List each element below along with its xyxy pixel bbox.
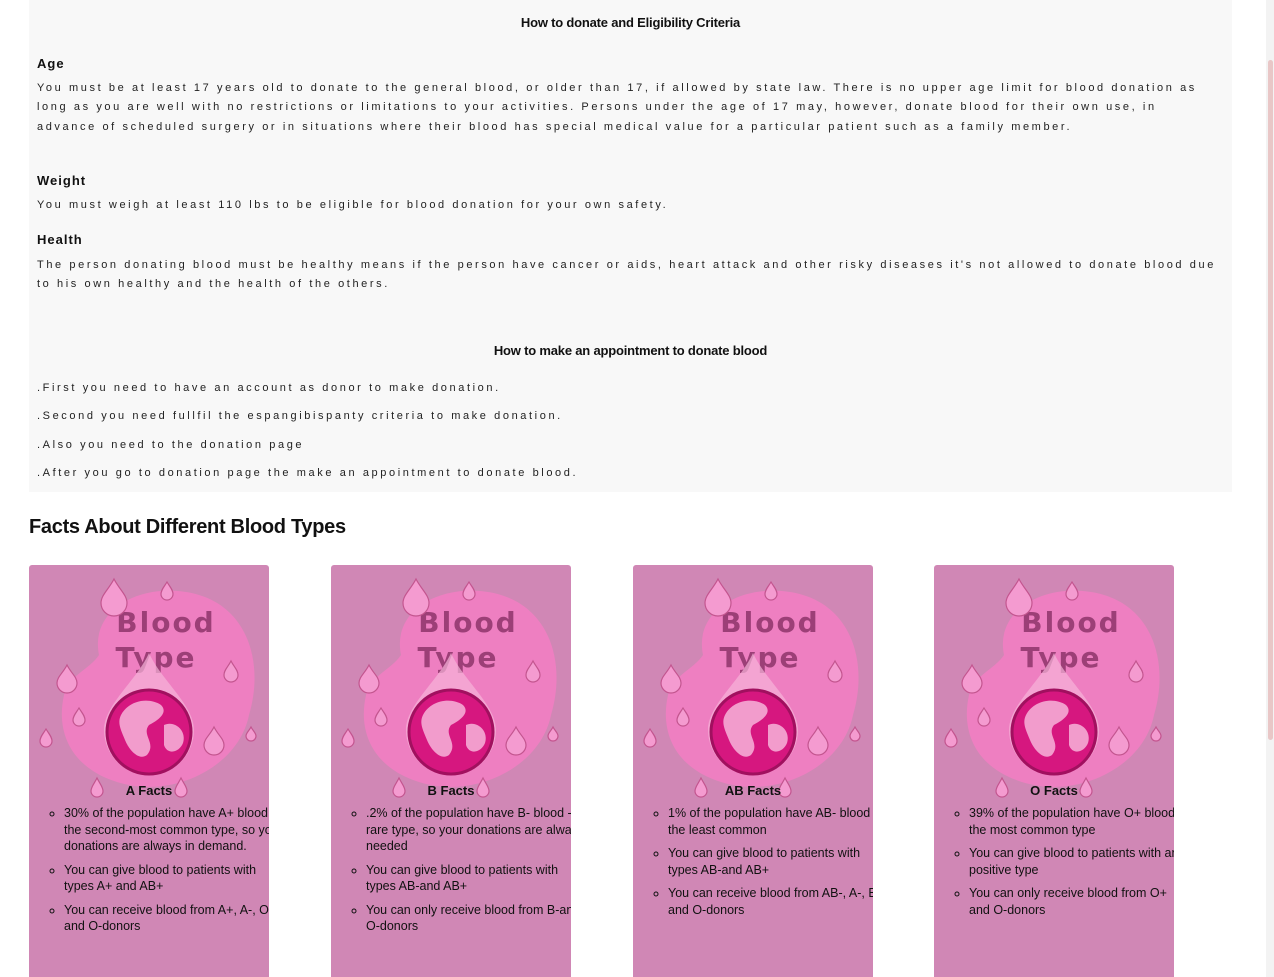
- list-item: You can receive blood from AB-, A-, B-an…: [668, 885, 873, 918]
- weight-text: You must weigh at least 110 lbs to be el…: [37, 199, 669, 211]
- list-item: You can give blood to patients with type…: [64, 862, 269, 895]
- card-title: O Facts: [1030, 783, 1078, 798]
- appointment-step: .Second you need fullfil the espangibisp…: [37, 410, 563, 422]
- card-title: B Facts: [427, 783, 475, 798]
- age-text: You must be at least 17 years old to don…: [37, 82, 1197, 133]
- list-item: 1% of the population have AB- blood -the…: [668, 805, 873, 838]
- list-item: You can receive blood from A+, A-, O+ an…: [64, 902, 269, 935]
- facts-list: .2% of the population have B- blood -a r…: [331, 805, 571, 942]
- appointment-step: .After you go to donation page the make …: [37, 467, 579, 479]
- list-item: 39% of the population have O+ blood -the…: [969, 805, 1174, 838]
- list-item: You can give blood to patients with type…: [668, 845, 873, 878]
- eligibility-panel: How to donate and Eligibility Criteria A…: [29, 0, 1232, 492]
- blood-image-text: Blood: [720, 606, 819, 639]
- blood-type-card-o: Blood Type O Facts 39% of the popul: [934, 565, 1174, 977]
- health-heading: Health: [37, 232, 83, 247]
- card-title: AB Facts: [724, 783, 782, 798]
- blood-type-card-a: Blood Type A Facts 30% of the popul: [29, 565, 269, 977]
- list-item: You can give blood to patients with any …: [969, 845, 1174, 878]
- weight-heading: Weight: [37, 173, 87, 188]
- health-text: The person donating blood must be health…: [37, 259, 1216, 291]
- list-item: 30% of the population have A+ blood the …: [64, 805, 269, 855]
- appointment-step: .Also you need to the donation page: [37, 439, 305, 451]
- page: How to donate and Eligibility Criteria A…: [0, 0, 1274, 977]
- facts-list: 1% of the population have AB- blood -the…: [633, 805, 873, 925]
- list-item: You can only receive blood from O+ and O…: [969, 885, 1174, 918]
- card-title: A Facts: [125, 783, 173, 798]
- age-heading: Age: [37, 56, 65, 71]
- blood-image-text: Blood: [418, 606, 517, 639]
- blood-type-illustration: Blood Type: [944, 577, 1162, 798]
- list-item: .2% of the population have B- blood -a r…: [366, 805, 571, 855]
- facts-list: 39% of the population have O+ blood -the…: [934, 805, 1174, 925]
- appointment-step: .First you need to have an account as do…: [37, 382, 501, 394]
- blood-type-illustration: Blood Type: [643, 577, 861, 798]
- blood-type-card-ab: Blood Type AB Facts 1% of the popul: [633, 565, 873, 977]
- scrollbar-thumb[interactable]: [1268, 60, 1273, 740]
- blood-type-illustration: Blood Type: [341, 577, 559, 798]
- eligibility-title: How to donate and Eligibility Criteria: [520, 15, 741, 30]
- blood-image-text: Blood: [116, 606, 215, 639]
- blood-image-text: Blood: [1021, 606, 1120, 639]
- list-item: You can give blood to patients with type…: [366, 862, 571, 895]
- appointment-title: How to make an appointment to donate blo…: [493, 343, 768, 358]
- blood-type-card-b: Blood Type B Facts .2% of the popul: [331, 565, 571, 977]
- facts-list: 30% of the population have A+ blood the …: [29, 805, 269, 942]
- blood-type-illustration: Blood Type: [39, 577, 257, 798]
- page-scrollbar[interactable]: [1266, 0, 1274, 977]
- list-item: You can only receive blood from B-and O-…: [366, 902, 571, 935]
- facts-heading: Facts About Different Blood Types: [29, 516, 346, 538]
